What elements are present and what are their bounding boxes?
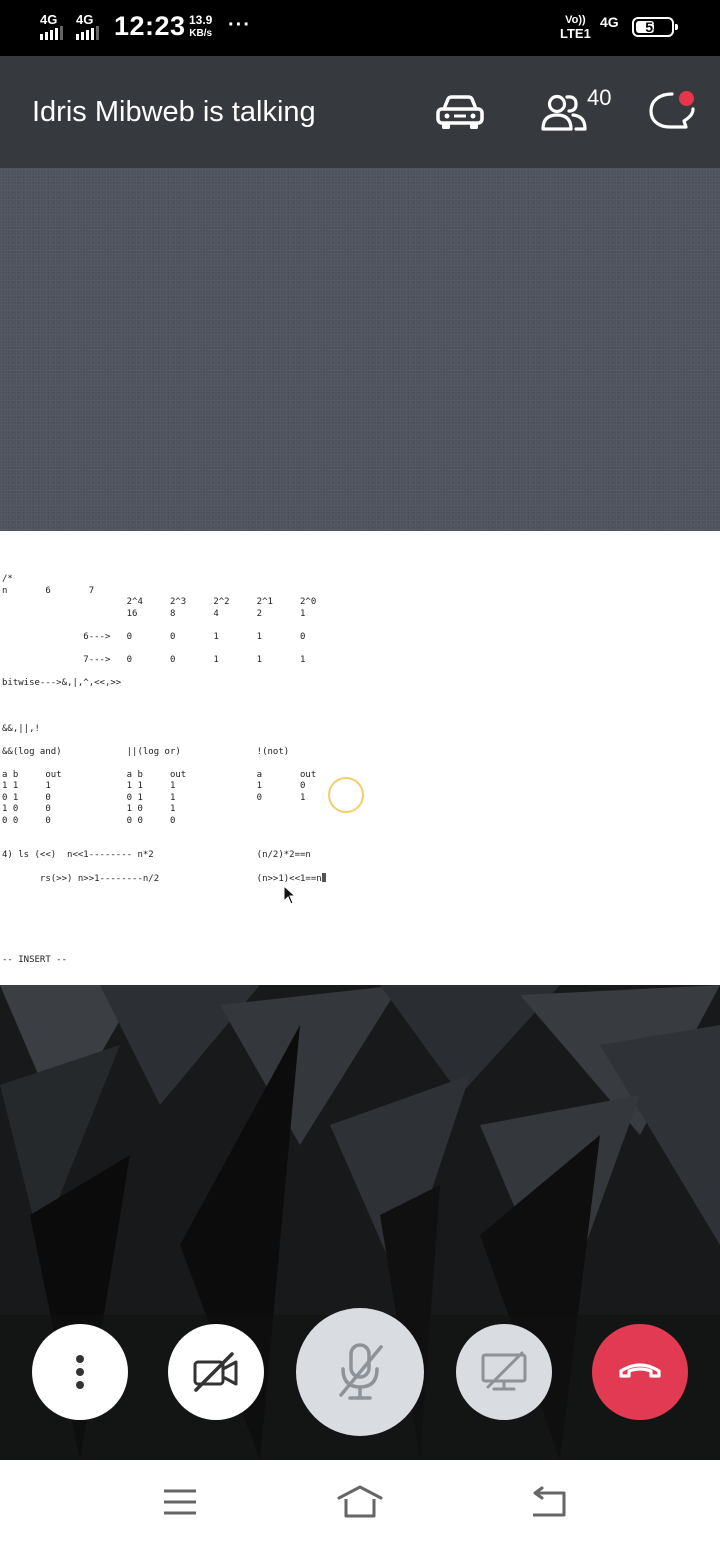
terminal-line: 2^4 2^3 2^2 2^1 2^0	[2, 597, 317, 607]
status-bar: 4G 4G 12:23 13.9 KB/s ··· Vo)) LTE1 4G 5…	[0, 0, 720, 56]
video-off-icon	[193, 1352, 238, 1392]
volte-indicator: Vo)) LTE1	[560, 14, 591, 41]
terminal-line: 1 0 0 1 0 1	[2, 804, 176, 814]
back-button[interactable]	[528, 1482, 568, 1522]
toggle-camera-button[interactable]	[168, 1324, 264, 1420]
network-type-2: 4G	[76, 12, 94, 27]
recent-apps-button[interactable]	[160, 1482, 200, 1522]
terminal-line: 1 1 1 1 1 1 1 0	[2, 781, 306, 791]
more-options-button[interactable]	[32, 1324, 128, 1420]
terminal-line: 4) ls (<<) n<<1-------- n*2 (n/2)*2==n	[2, 850, 311, 860]
mouse-pointer-icon	[283, 885, 297, 905]
car-mode-button[interactable]	[434, 80, 486, 144]
signal-2-icon	[76, 26, 99, 40]
battery-level: 53	[645, 19, 661, 35]
terminal-line: bitwise--->&,|,^,<<,>>	[2, 677, 122, 688]
self-video	[0, 985, 720, 1460]
hangup-icon	[619, 1363, 661, 1378]
menu-icon	[164, 1489, 196, 1515]
more-vertical-icon	[76, 1355, 84, 1389]
shared-screen[interactable]: /* n 6 7 2^4 2^3 2^2 2^1 2^0 16 8 4 2 1 …	[0, 531, 720, 985]
terminal-line: 6---> 0 0 1 1 0	[2, 631, 306, 642]
terminal-line: /*	[2, 574, 13, 584]
terminal-line: a b out a b out a out	[2, 769, 317, 780]
terminal-line: rs(>>) n>>1--------n/2 (n>>1)<<1==n	[2, 874, 322, 884]
toggle-mic-button[interactable]	[296, 1308, 424, 1436]
active-speaker-title: Idris Mibweb is talking	[32, 96, 316, 128]
network-type-3: 4G	[600, 14, 619, 30]
home-icon	[337, 1485, 383, 1518]
back-icon	[533, 1486, 566, 1517]
screen-share-off-icon	[481, 1351, 527, 1391]
unread-badge	[679, 91, 694, 106]
participants-button[interactable]	[540, 80, 588, 144]
call-header: Idris Mibweb is talking 40	[0, 56, 720, 168]
participants-count: 40	[587, 85, 612, 110]
terminal-line: &&,||,!	[2, 723, 40, 734]
network-type-1: 4G	[40, 12, 58, 27]
clock: 12:23	[114, 11, 186, 41]
battery-icon: 53	[632, 17, 678, 37]
end-call-button[interactable]	[592, 1324, 688, 1420]
text-cursor	[321, 873, 326, 882]
terminal-line: n 6 7	[2, 585, 95, 596]
share-screen-button[interactable]	[456, 1324, 552, 1420]
touch-indicator	[328, 777, 364, 813]
system-navigation-bar	[0, 1460, 720, 1544]
participant-video[interactable]	[0, 168, 720, 531]
terminal-text: /* n 6 7 2^4 2^3 2^2 2^1 2^0 16 8 4 2 1 …	[2, 574, 326, 966]
terminal-line: -- INSERT --	[2, 954, 68, 965]
terminal-line: 0 0 0 0 0 0	[2, 815, 176, 826]
terminal-line: 0 1 0 0 1 1 0 1	[2, 792, 306, 803]
network-speed: 13.9 KB/s	[189, 13, 213, 40]
participants-icon	[541, 94, 587, 131]
home-button[interactable]	[336, 1482, 384, 1522]
chat-button[interactable]	[648, 80, 696, 144]
car-icon	[436, 95, 484, 129]
mic-off-icon	[339, 1343, 383, 1400]
signal-1-icon	[40, 26, 63, 40]
more-notifications-icon: ···	[228, 14, 251, 36]
terminal-line: 7---> 0 0 1 1 1	[2, 654, 306, 665]
terminal-line: &&(log and) ||(log or) !(not)	[2, 746, 290, 757]
terminal-line: 16 8 4 2 1	[2, 608, 306, 619]
